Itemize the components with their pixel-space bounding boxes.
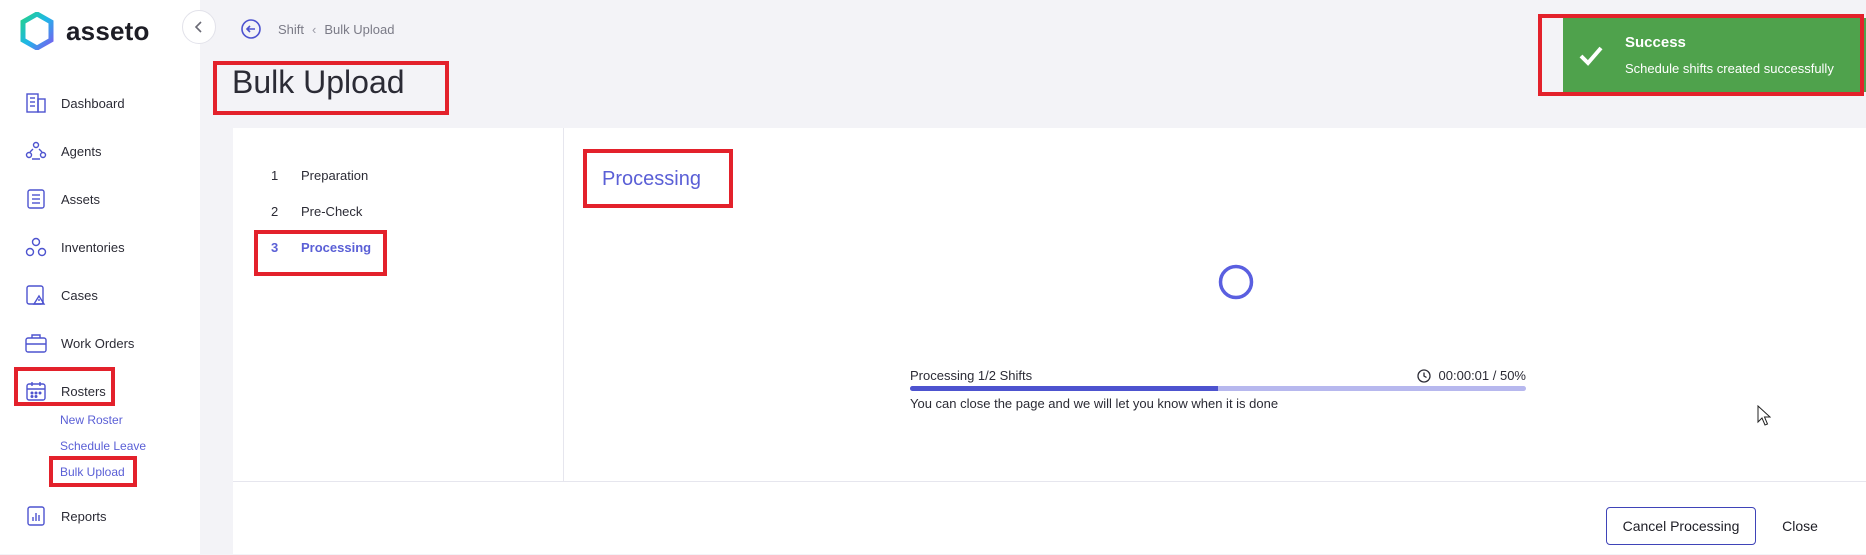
- step-number: 3: [271, 240, 279, 255]
- close-button[interactable]: Close: [1770, 507, 1830, 545]
- sidebar-item-label: Reports: [61, 508, 107, 524]
- clock-icon: [1416, 368, 1431, 383]
- steps-panel: 1 Preparation 2 Pre-Check 3 Processing: [233, 128, 564, 481]
- sidebar-item-dashboard[interactable]: Dashboard: [24, 91, 125, 115]
- step-pre-check[interactable]: 2 Pre-Check: [271, 204, 362, 219]
- collapse-sidebar-button[interactable]: [182, 10, 216, 44]
- step-number: 2: [271, 204, 279, 219]
- sidebar-item-label: Agents: [61, 143, 102, 159]
- sidebar: asseto Dashboard Agents Assets Inventori…: [0, 0, 200, 554]
- sidebar-item-label: Assets: [61, 191, 101, 207]
- app-name: asseto: [66, 15, 150, 46]
- progress-status: Processing 1/2 Shifts: [910, 368, 1033, 383]
- sidebar-item-label: Rosters: [61, 383, 106, 399]
- sidebar-item-work-orders[interactable]: Work Orders: [24, 331, 134, 355]
- progress-bar: [910, 386, 1526, 391]
- bulk-upload-card: 1 Preparation 2 Pre-Check 3 Processing: [233, 128, 1866, 554]
- step-preparation[interactable]: 1 Preparation: [271, 168, 368, 183]
- progress-time: 00:00:01 / 50%: [1416, 368, 1526, 383]
- sidebar-item-rosters[interactable]: Rosters: [24, 379, 106, 403]
- back-arrow-icon[interactable]: [240, 18, 262, 40]
- sidebar-item-label: Cases: [61, 287, 98, 303]
- assets-icon: [27, 189, 45, 209]
- app-logo[interactable]: asseto: [20, 12, 150, 50]
- toast-message: Schedule shifts created successfully: [1625, 61, 1834, 76]
- mouse-cursor-icon: [1757, 405, 1771, 426]
- step-label: Preparation: [301, 168, 369, 183]
- breadcrumb: Shift ‹ Bulk Upload: [240, 18, 394, 40]
- cancel-processing-button[interactable]: Cancel Processing: [1606, 507, 1756, 545]
- toast-title: Success: [1625, 34, 1686, 51]
- cases-icon: [26, 285, 46, 305]
- progress-time-text: 00:00:01 / 50%: [1438, 368, 1526, 383]
- inventories-icon: [25, 237, 47, 257]
- agents-icon: [25, 141, 47, 160]
- sidebar-item-label: Work Orders: [61, 335, 135, 351]
- chevron-left-icon: [194, 21, 202, 33]
- step-number: 1: [271, 168, 279, 183]
- breadcrumb-current: Bulk Upload: [324, 21, 395, 37]
- progress-note: You can close the page and we will let y…: [910, 396, 1279, 411]
- loading-spinner-icon: [1218, 264, 1254, 300]
- success-toast[interactable]: Success Schedule shifts created successf…: [1563, 18, 1866, 92]
- chevron-left-icon: ‹: [312, 21, 317, 37]
- sidebar-item-reports[interactable]: Reports: [24, 504, 107, 528]
- briefcase-icon: [25, 334, 47, 353]
- sidebar-item-assets[interactable]: Assets: [24, 187, 100, 211]
- reports-icon: [27, 506, 45, 526]
- asseto-logo-icon: [20, 12, 54, 50]
- processing-title: Processing: [602, 168, 701, 190]
- sidebar-item-cases[interactable]: Cases: [24, 283, 98, 307]
- check-icon: [1579, 46, 1603, 66]
- step-label: Processing: [301, 240, 372, 255]
- page-title: Bulk Upload: [232, 64, 405, 100]
- sidebar-subitem-new-roster[interactable]: New Roster: [60, 413, 123, 427]
- sidebar-item-agents[interactable]: Agents: [24, 139, 101, 163]
- progress-bar-fill: [910, 386, 1218, 391]
- step-processing[interactable]: 3 Processing: [271, 240, 371, 255]
- sidebar-subitem-bulk-upload[interactable]: Bulk Upload: [60, 465, 125, 479]
- step-label: Pre-Check: [301, 204, 363, 219]
- building-icon: [26, 93, 46, 113]
- sidebar-item-inventories[interactable]: Inventories: [24, 235, 125, 259]
- sidebar-item-label: Inventories: [61, 239, 125, 255]
- sidebar-item-label: Dashboard: [61, 95, 125, 111]
- calendar-icon: [26, 382, 46, 401]
- sidebar-subitem-schedule-leave[interactable]: Schedule Leave: [60, 439, 146, 453]
- breadcrumb-parent[interactable]: Shift: [278, 22, 304, 37]
- processing-progress: Processing 1/2 Shifts 00:00:01 / 50% You…: [910, 368, 1526, 411]
